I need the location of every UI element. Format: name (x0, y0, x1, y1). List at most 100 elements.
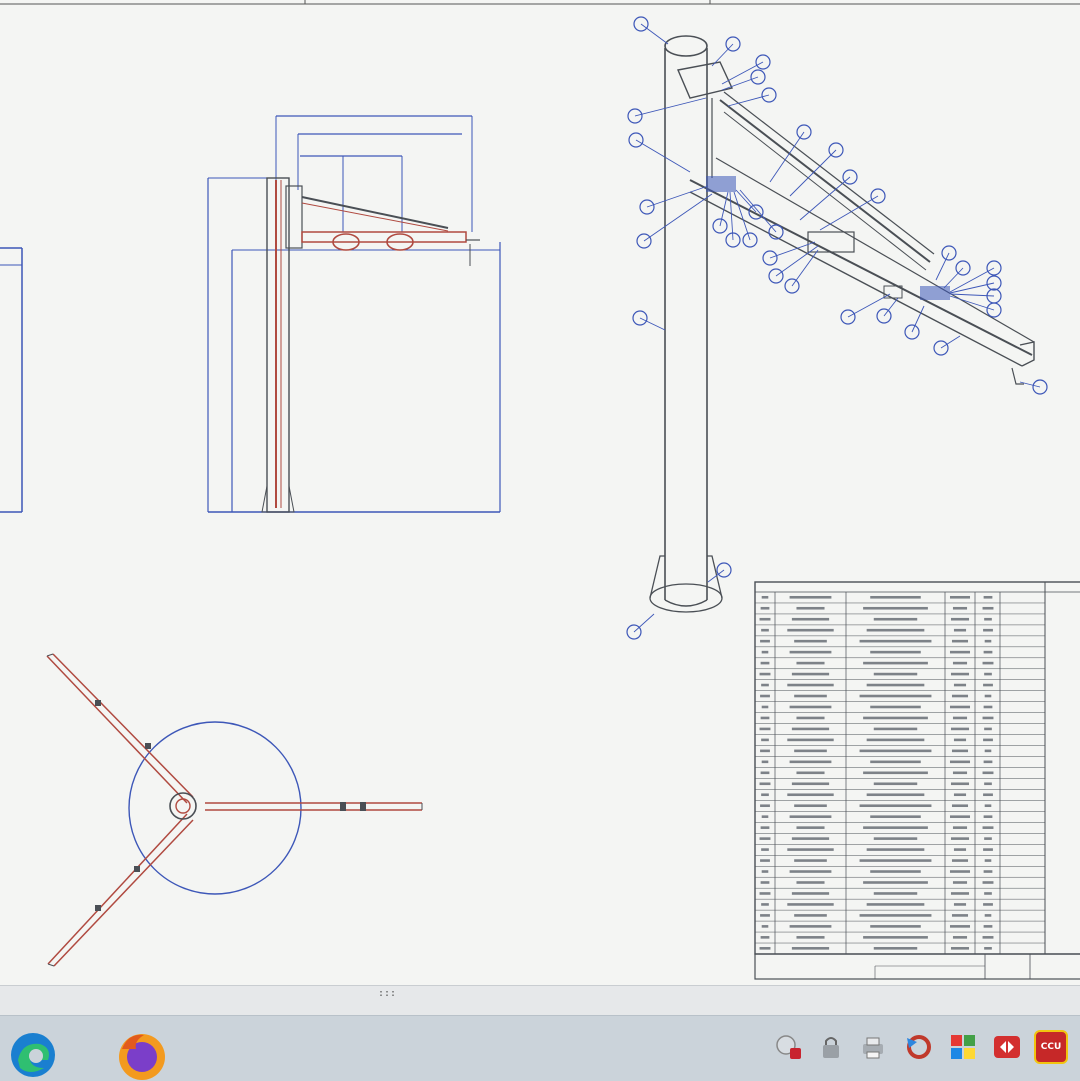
table-cell-text (984, 672, 992, 676)
table-cell-text (983, 925, 993, 928)
table-cell-text (982, 881, 994, 884)
remote-icon[interactable] (990, 1030, 1024, 1064)
table-cell-text (794, 804, 827, 808)
table-cell-text (859, 804, 932, 808)
table-cell-text (789, 870, 832, 873)
table-cell-text (789, 925, 832, 928)
resize-grip[interactable]: ::: (378, 988, 396, 999)
table-cell-text (953, 903, 967, 906)
table-cell-text (791, 727, 830, 731)
table-cell-text (952, 661, 968, 665)
table-cell-text (791, 837, 830, 840)
table-cell-text (760, 914, 770, 917)
table-cell-text (761, 595, 769, 599)
ccu-label: CCU (1040, 1042, 1062, 1052)
ccu-icon[interactable]: CCU (1034, 1030, 1068, 1064)
sync-icon[interactable] (902, 1030, 936, 1064)
table-cell-text (789, 650, 832, 654)
table-cell-text (866, 903, 925, 906)
table-cell-text (984, 749, 992, 753)
table-cell-text (950, 617, 970, 621)
table-cell-text (952, 606, 968, 610)
table-cell-text (873, 837, 918, 840)
table-cell-text (866, 793, 925, 797)
table-cell-text (791, 892, 830, 895)
table-cell-text (953, 793, 967, 797)
table-cell-text (984, 892, 992, 895)
lock-icon[interactable] (814, 1030, 848, 1064)
table-cell-text (951, 639, 969, 643)
table-cell-text (949, 815, 971, 818)
table-cell-text (870, 760, 921, 764)
table-cell-text (983, 793, 993, 797)
table-cell-text (761, 848, 769, 851)
table-cell-text (761, 628, 769, 632)
table-cell-text (789, 595, 832, 599)
table-cell-text (984, 914, 992, 917)
table-cell-text (983, 760, 993, 764)
table-cell-text (982, 661, 994, 665)
table-cell-text (791, 617, 830, 621)
table-cell-text (952, 881, 968, 884)
table-cell-text (794, 749, 827, 753)
table-cell-text (984, 782, 992, 786)
firefox-icon[interactable] (114, 1030, 170, 1080)
table-cell-text (791, 782, 830, 786)
cad-drawing-canvas[interactable] (0, 0, 1080, 985)
table-cell-text (759, 837, 771, 840)
table-cell-text (796, 661, 825, 665)
table-cell-text (787, 793, 834, 797)
table-cell-text (951, 859, 969, 862)
table-cell-text (984, 617, 992, 621)
edge-icon[interactable] (6, 1030, 60, 1080)
table-cell-text (796, 771, 825, 775)
table-cell-text (787, 683, 834, 687)
table-cell-text (952, 826, 968, 829)
table-cell-text (952, 716, 968, 720)
table-cell-text (953, 848, 967, 851)
table-cell-text (952, 771, 968, 775)
table-cell-text (761, 870, 769, 873)
table-cell-text (873, 727, 918, 731)
table-cell-text (984, 947, 992, 950)
table-cell-text (870, 815, 921, 818)
table-cell-text (791, 947, 830, 950)
table-cell-text (761, 683, 769, 687)
table-cell-text (760, 881, 770, 884)
table-cell-text (870, 595, 921, 599)
printer-icon[interactable] (856, 1030, 890, 1064)
windows-grid-icon[interactable] (946, 1030, 980, 1064)
table-cell-text (760, 859, 770, 862)
plan-view (46, 653, 423, 967)
front-elevation-view (207, 115, 501, 513)
table-cell-text (859, 639, 932, 643)
table-cell-text (787, 628, 834, 632)
table-cell-text (873, 947, 918, 950)
table-cell-text (863, 661, 928, 665)
table-cell-text (870, 925, 921, 928)
table-cell-text (760, 639, 770, 643)
table-cell-text (761, 760, 769, 764)
drawing-sheet (0, 0, 1080, 985)
table-cell-text (953, 683, 967, 687)
table-cell-text (983, 628, 993, 632)
table-cell-text (794, 694, 827, 698)
table-cell-text (863, 936, 928, 939)
table-cell-text (983, 595, 993, 599)
table-cell-text (952, 936, 968, 939)
table-cell-text (759, 782, 771, 786)
table-cell-text (870, 870, 921, 873)
table-cell-text (949, 650, 971, 654)
table-cell-text (950, 892, 970, 895)
table-cell-text (796, 936, 825, 939)
table-cell-text (859, 859, 932, 862)
table-cell-text (983, 870, 993, 873)
table-cell-text (982, 826, 994, 829)
table-cell-text (983, 815, 993, 818)
table-cell-text (983, 650, 993, 654)
shield-lock-icon[interactable] (772, 1030, 806, 1064)
part-balloons (626, 16, 1048, 640)
table-cell-text (863, 606, 928, 610)
table-cell-text (953, 628, 967, 632)
table-cell-text (873, 782, 918, 786)
